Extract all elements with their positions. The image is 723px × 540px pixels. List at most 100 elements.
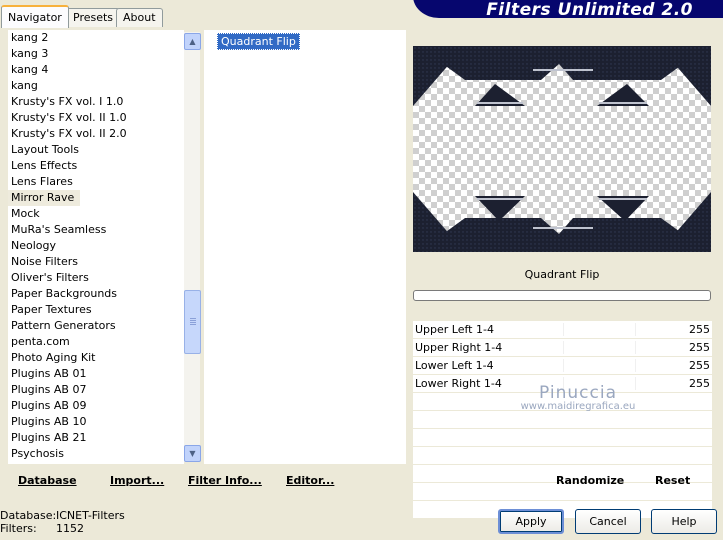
category-label: MuRa's Seamless	[11, 223, 107, 236]
reset-button[interactable]: Reset	[655, 474, 690, 487]
category-item[interactable]: Mock	[8, 206, 184, 222]
category-label: Oliver's Filters	[11, 271, 89, 284]
parameter-row[interactable]: Lower Left 1-4 255	[413, 357, 712, 374]
tab-about[interactable]: About	[116, 8, 163, 27]
filters-count-label: Filters:	[0, 522, 37, 535]
category-label: Paper Backgrounds	[11, 287, 118, 300]
app-title: Filters Unlimited 2.0	[486, 0, 693, 20]
category-item[interactable]: MuRa's Seamless	[8, 222, 184, 238]
category-items: kang 2 kang 3 kang 4 kang Krusty's FX vol. I…	[8, 30, 184, 462]
category-item[interactable]: Mirror Rave	[8, 190, 184, 206]
category-label: kang 2	[11, 31, 49, 44]
watermark-name: Pinuccia	[539, 383, 617, 403]
parameter-rows: Upper Left 1-4 255 Upper Right 1-4 255 Lower…	[413, 321, 712, 392]
database-label: Database:	[0, 509, 57, 522]
filters-count-value: 1152	[56, 522, 84, 535]
database-button[interactable]: Database	[18, 474, 77, 487]
parameter-row[interactable]: Upper Left 1-4 255	[413, 321, 712, 338]
watermark: Pinuccia www.maidiregrafica.eu	[518, 383, 638, 412]
category-label: penta.com	[11, 335, 70, 348]
parameter-panel: Upper Left 1-4 255 Upper Right 1-4 255 Lower…	[413, 321, 712, 519]
editor-button[interactable]: Editor...	[286, 474, 334, 487]
category-item[interactable]: Plugins AB 07	[8, 382, 184, 398]
parameter-label: Upper Left 1-4	[415, 323, 494, 336]
category-item[interactable]: Paper Backgrounds	[8, 286, 184, 302]
category-label: Plugins AB 10	[11, 415, 87, 428]
category-item[interactable]: Krusty's FX vol. I 1.0	[8, 94, 184, 110]
category-item[interactable]: Pattern Generators	[8, 318, 184, 334]
category-item[interactable]: Neology	[8, 238, 184, 254]
cancel-button[interactable]: Cancel	[575, 509, 641, 534]
parameter-label: Lower Left 1-4	[415, 359, 494, 372]
tab-navigator[interactable]: Navigator	[1, 5, 69, 28]
category-item[interactable]: Layout Tools	[8, 142, 184, 158]
parameter-label: Upper Right 1-4	[415, 341, 503, 354]
slider-tick	[563, 323, 564, 336]
category-item[interactable]: Paper Textures	[8, 302, 184, 318]
category-item[interactable]: kang	[8, 78, 184, 94]
tab-presets[interactable]: Presets	[66, 8, 121, 27]
empty-parameter-row	[413, 429, 712, 446]
apply-button[interactable]: Apply	[498, 509, 564, 534]
grip-line	[190, 324, 196, 325]
slider-tick	[635, 323, 636, 336]
category-item[interactable]: Plugins AB 09	[8, 398, 184, 414]
category-label: Plugins AB 09	[11, 399, 87, 412]
import-button[interactable]: Import...	[110, 474, 164, 487]
category-item[interactable]: Photo Aging Kit	[8, 350, 184, 366]
category-list[interactable]: kang 2 kang 3 kang 4 kang Krusty's FX vol. I…	[8, 30, 184, 464]
progress-bar	[413, 290, 711, 301]
parameter-value[interactable]: 255	[689, 339, 710, 356]
grip-line	[190, 322, 196, 323]
category-item[interactable]: Krusty's FX vol. II 2.0	[8, 126, 184, 142]
category-label: Plugins AB 01	[11, 367, 87, 380]
category-label: Photo Aging Kit	[11, 351, 96, 364]
category-item[interactable]: Psychosis	[8, 446, 184, 462]
scroll-thumb[interactable]	[184, 290, 201, 354]
grip-line	[190, 318, 196, 319]
category-item[interactable]: kang 2	[8, 30, 184, 46]
parameter-value[interactable]: 255	[689, 375, 710, 392]
category-label: Krusty's FX vol. I 1.0	[11, 95, 124, 108]
category-label: Plugins AB 07	[11, 383, 87, 396]
parameter-value[interactable]: 255	[689, 321, 710, 338]
parameter-row[interactable]: Upper Right 1-4 255	[413, 339, 712, 356]
filter-list[interactable]: Quadrant Flip	[204, 30, 406, 464]
category-item[interactable]: kang 4	[8, 62, 184, 78]
category-label: Paper Textures	[11, 303, 92, 316]
category-item[interactable]: Plugins AB 21	[8, 430, 184, 446]
randomize-button[interactable]: Randomize	[556, 474, 624, 487]
category-item[interactable]: Lens Flares	[8, 174, 184, 190]
category-label: kang 4	[11, 63, 49, 76]
watermark-url: www.maidiregrafica.eu	[520, 401, 636, 412]
grip-line	[190, 320, 196, 321]
category-label: Krusty's FX vol. II 1.0	[11, 111, 127, 124]
category-scrollbar[interactable]: ▲ ▼	[184, 32, 201, 462]
category-item[interactable]: Lens Effects	[8, 158, 184, 174]
category-label: Layout Tools	[11, 143, 79, 156]
filter-item-selected[interactable]: Quadrant Flip	[217, 33, 300, 50]
filter-info-button[interactable]: Filter Info...	[188, 474, 262, 487]
category-item[interactable]: Krusty's FX vol. II 1.0	[8, 110, 184, 126]
parameter-label: Lower Right 1-4	[415, 377, 502, 390]
category-label: kang	[11, 79, 38, 92]
category-label: Plugins AB 21	[11, 431, 87, 444]
category-item[interactable]: Oliver's Filters	[8, 270, 184, 286]
category-label: Lens Flares	[11, 175, 73, 188]
category-label: Pattern Generators	[11, 319, 116, 332]
slider-tick	[635, 359, 636, 372]
category-label: Neology	[11, 239, 57, 252]
parameter-value[interactable]: 255	[689, 357, 710, 374]
empty-parameter-row	[413, 447, 712, 464]
category-item[interactable]: Plugins AB 01	[8, 366, 184, 382]
scroll-down-button[interactable]: ▼	[184, 445, 201, 462]
category-item[interactable]: Plugins AB 10	[8, 414, 184, 430]
category-item[interactable]: kang 3	[8, 46, 184, 62]
category-item[interactable]: Noise Filters	[8, 254, 184, 270]
scroll-up-button[interactable]: ▲	[184, 33, 201, 50]
help-button[interactable]: Help	[651, 509, 717, 534]
category-item[interactable]: penta.com	[8, 334, 184, 350]
title-banner: Filters Unlimited 2.0	[413, 0, 723, 20]
current-filter-name: Quadrant Flip	[524, 268, 600, 281]
tab-strip: Navigator Presets About	[0, 0, 420, 28]
